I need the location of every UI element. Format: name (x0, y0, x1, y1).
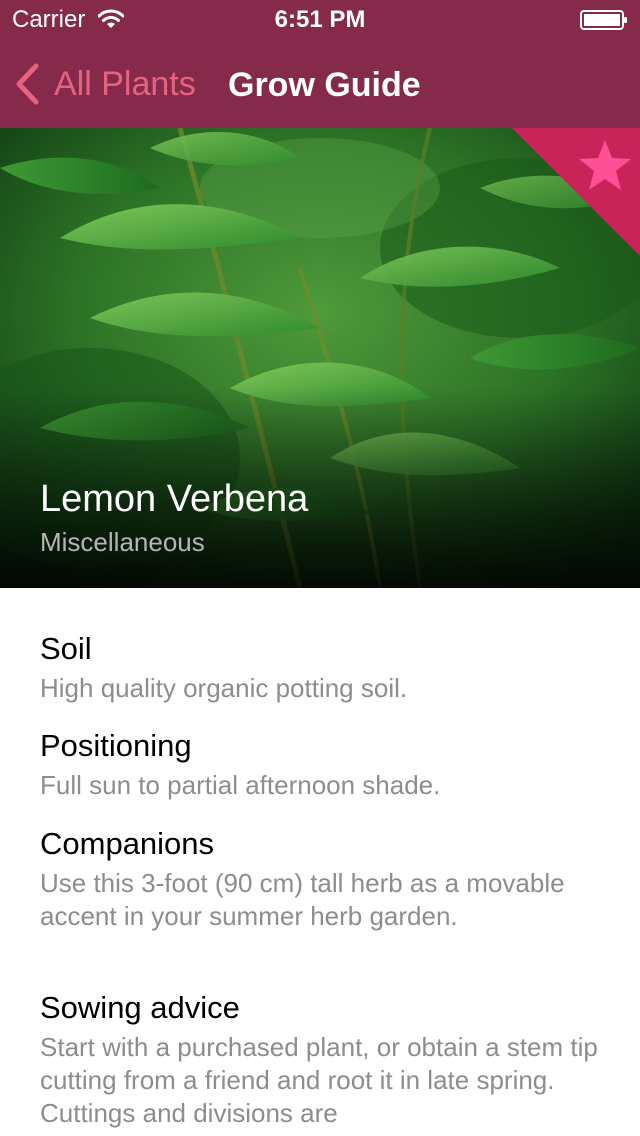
plant-name: Lemon Verbena (40, 478, 309, 520)
battery-icon (580, 10, 627, 30)
section-body: High quality organic potting soil. (40, 673, 408, 703)
grow-guide-screen: Carrier 6:51 PM All Plants Grow Guide Le… (0, 0, 640, 1136)
section-heading: Positioning (40, 728, 192, 763)
back-button[interactable]: All Plants (14, 60, 196, 108)
section-heading: Companions (40, 826, 215, 861)
section-heading: Sowing advice (40, 990, 240, 1025)
top-bar: Carrier 6:51 PM All Plants Grow Guide (0, 0, 640, 128)
grow-guide-content[interactable]: Soil High quality organic potting soil. … (0, 588, 640, 1136)
section-sowing-advice: Sowing advice Start with a purchased pla… (0, 989, 640, 1130)
status-bar: Carrier 6:51 PM (0, 0, 640, 40)
section-companions: Companions Use this 3-foot (90 cm) tall … (0, 825, 640, 933)
section-body: Start with a purchased plant, or obtain … (40, 1032, 598, 1128)
favorite-button[interactable] (512, 128, 640, 256)
section-positioning: Positioning Full sun to partial afternoo… (0, 727, 640, 802)
chevron-left-icon (16, 63, 39, 105)
section-body: Full sun to partial afternoon shade. (40, 770, 441, 800)
status-time: 6:51 PM (274, 6, 366, 33)
section-heading: Soil (40, 631, 92, 666)
favorite-ribbon (512, 128, 640, 256)
plant-hero: Lemon Verbena Miscellaneous (0, 128, 640, 588)
section-soil: Soil High quality organic potting soil. (0, 630, 640, 705)
back-button-label: All Plants (54, 65, 196, 103)
page-title: Grow Guide (228, 66, 421, 104)
plant-category: Miscellaneous (40, 527, 205, 557)
navigation-bar: All Plants Grow Guide (0, 40, 640, 128)
section-body: Use this 3-foot (90 cm) tall herb as a m… (40, 868, 565, 931)
